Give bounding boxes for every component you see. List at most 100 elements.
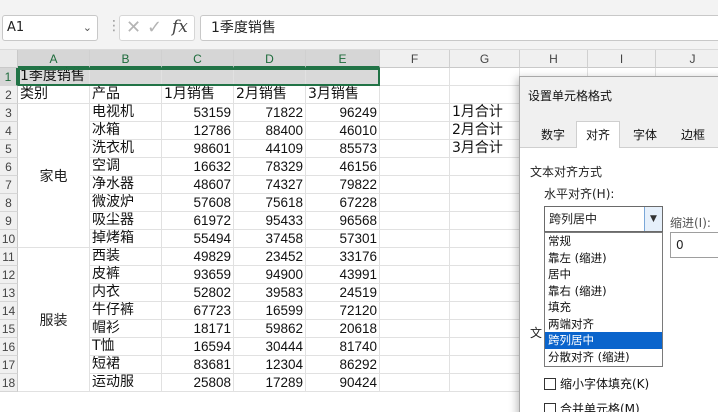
column-title-cell[interactable]: 3月销售: [306, 86, 380, 104]
tab-font[interactable]: 字体: [624, 124, 666, 148]
tab-alignment[interactable]: 对齐: [576, 121, 620, 149]
product-cell[interactable]: 牛仔裤: [90, 302, 162, 320]
row-header-14[interactable]: 14: [0, 302, 18, 320]
horizontal-align-option[interactable]: 分散对齐 (缩进): [545, 349, 662, 366]
sales-cell[interactable]: 85573: [306, 140, 380, 158]
sales-cell[interactable]: 23452: [234, 248, 306, 266]
total-label-cell[interactable]: 2月合计: [450, 122, 520, 140]
column-header-i[interactable]: I: [588, 50, 656, 68]
shrink-to-fit-checkbox[interactable]: [544, 378, 556, 390]
sales-cell[interactable]: 16632: [162, 158, 234, 176]
insert-function-icon[interactable]: fx: [172, 17, 188, 37]
sales-cell[interactable]: 71822: [234, 104, 306, 122]
product-cell[interactable]: 电视机: [90, 104, 162, 122]
horizontal-align-option[interactable]: 两端对齐: [545, 316, 662, 333]
horizontal-align-option[interactable]: 填充: [545, 299, 662, 316]
cell[interactable]: [380, 140, 450, 158]
sales-cell[interactable]: 25808: [162, 374, 234, 392]
shrink-to-fit-option[interactable]: 缩小字体填充(K): [544, 375, 649, 392]
sales-cell[interactable]: 43991: [306, 266, 380, 284]
indent-input[interactable]: 0: [670, 232, 718, 258]
chevron-down-icon[interactable]: ⌄: [83, 16, 92, 40]
cell[interactable]: [162, 68, 234, 86]
merge-cells-checkbox[interactable]: [544, 403, 556, 412]
product-cell[interactable]: 净水器: [90, 176, 162, 194]
sales-cell[interactable]: 88400: [234, 122, 306, 140]
column-header-h[interactable]: H: [520, 50, 588, 68]
horizontal-align-option[interactable]: 靠左 (缩进): [545, 250, 662, 267]
sales-cell[interactable]: 79822: [306, 176, 380, 194]
product-cell[interactable]: 运动服: [90, 374, 162, 392]
cell[interactable]: [380, 68, 450, 86]
column-header-g[interactable]: G: [450, 50, 520, 68]
sales-cell[interactable]: 96568: [306, 212, 380, 230]
cell[interactable]: [306, 68, 380, 86]
sales-cell[interactable]: 67723: [162, 302, 234, 320]
cell[interactable]: [380, 122, 450, 140]
cell[interactable]: [450, 374, 520, 392]
sales-cell[interactable]: 61972: [162, 212, 234, 230]
sales-cell[interactable]: 17289: [234, 374, 306, 392]
horizontal-align-select[interactable]: 跨列居中 ▼: [544, 206, 663, 232]
total-label-cell[interactable]: 1月合计: [450, 104, 520, 122]
sales-cell[interactable]: 75618: [234, 194, 306, 212]
sales-cell[interactable]: 37458: [234, 230, 306, 248]
sales-cell[interactable]: 74327: [234, 176, 306, 194]
sales-cell[interactable]: 98601: [162, 140, 234, 158]
cell[interactable]: [450, 284, 520, 302]
row-header-12[interactable]: 12: [0, 266, 18, 284]
product-cell[interactable]: 冰箱: [90, 122, 162, 140]
cell[interactable]: [234, 68, 306, 86]
sales-cell[interactable]: 16599: [234, 302, 306, 320]
tab-border[interactable]: 边框: [672, 124, 714, 148]
sales-cell[interactable]: 46010: [306, 122, 380, 140]
product-cell[interactable]: 帽衫: [90, 320, 162, 338]
sales-cell[interactable]: 96249: [306, 104, 380, 122]
sales-cell[interactable]: 81740: [306, 338, 380, 356]
column-header-d[interactable]: D: [234, 50, 306, 68]
sales-cell[interactable]: 95433: [234, 212, 306, 230]
cell[interactable]: [450, 86, 520, 104]
row-header-11[interactable]: 11: [0, 248, 18, 266]
total-label-cell[interactable]: 3月合计: [450, 140, 520, 158]
cell[interactable]: [380, 230, 450, 248]
column-header-c[interactable]: C: [162, 50, 234, 68]
tab-number[interactable]: 数字: [532, 124, 574, 148]
cell[interactable]: [450, 212, 520, 230]
chevron-down-icon[interactable]: ▼: [644, 207, 662, 231]
product-cell[interactable]: 皮裤: [90, 266, 162, 284]
sales-cell[interactable]: 33176: [306, 248, 380, 266]
row-header-13[interactable]: 13: [0, 284, 18, 302]
cell[interactable]: [380, 176, 450, 194]
row-header-1[interactable]: 1: [0, 68, 18, 86]
column-title-cell[interactable]: 1月销售: [162, 86, 234, 104]
row-header-4[interactable]: 4: [0, 122, 18, 140]
name-box[interactable]: A1 ⌄: [2, 15, 98, 41]
cell[interactable]: [380, 302, 450, 320]
cell[interactable]: [380, 338, 450, 356]
product-cell[interactable]: 西装: [90, 248, 162, 266]
sales-cell[interactable]: 83681: [162, 356, 234, 374]
product-cell[interactable]: 内衣: [90, 284, 162, 302]
row-header-9[interactable]: 9: [0, 212, 18, 230]
cell[interactable]: [380, 86, 450, 104]
checkmark-icon[interactable]: ✓: [147, 17, 162, 38]
column-title-cell[interactable]: 2月销售: [234, 86, 306, 104]
row-header-6[interactable]: 6: [0, 158, 18, 176]
cancel-icon[interactable]: ✕: [126, 17, 141, 38]
cell[interactable]: [450, 194, 520, 212]
row-header-18[interactable]: 18: [0, 374, 18, 392]
row-header-8[interactable]: 8: [0, 194, 18, 212]
cell[interactable]: [90, 68, 162, 86]
sales-cell[interactable]: 55494: [162, 230, 234, 248]
sales-cell[interactable]: 52802: [162, 284, 234, 302]
cell[interactable]: [450, 230, 520, 248]
sales-cell[interactable]: 44109: [234, 140, 306, 158]
cell[interactable]: [380, 158, 450, 176]
sales-cell[interactable]: 48607: [162, 176, 234, 194]
sales-cell[interactable]: 16594: [162, 338, 234, 356]
cell[interactable]: [450, 176, 520, 194]
sales-cell[interactable]: 86292: [306, 356, 380, 374]
sales-cell[interactable]: 67228: [306, 194, 380, 212]
cell[interactable]: [380, 248, 450, 266]
